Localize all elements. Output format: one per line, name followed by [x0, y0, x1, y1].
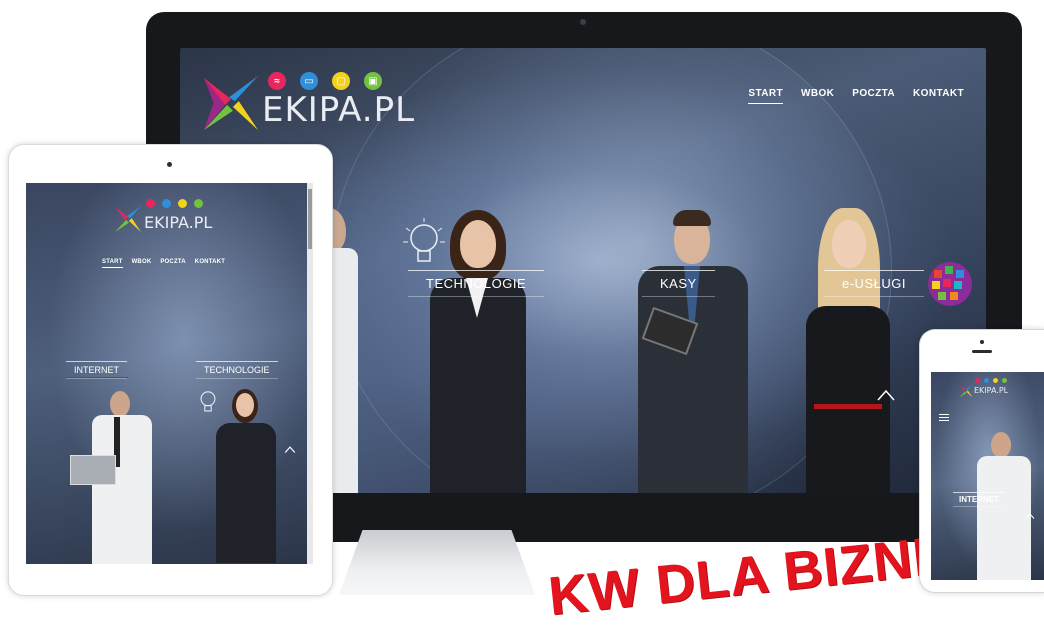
device-icon: [194, 199, 203, 208]
laptop: [70, 455, 116, 485]
promo-headline: KW DLA BIZNE: [545, 524, 953, 627]
wifi-icon: [975, 378, 980, 383]
tablet-logo[interactable]: EKIPA.PL: [114, 199, 234, 239]
tv-icon: ▭: [300, 72, 318, 90]
logo-text: EKIPA.PL: [262, 90, 416, 130]
main-nav: START WBOK POCZTA KONTAKT: [748, 88, 964, 104]
phone-logo[interactable]: EKIPA.PL: [959, 378, 1039, 404]
category-kasy[interactable]: KASY: [642, 270, 715, 297]
tablet-nav: START WBOK POCZTA KONTAKT: [102, 259, 225, 268]
wifi-icon: [146, 199, 155, 208]
tv-icon: [162, 199, 171, 208]
scrollbar-thumb[interactable]: [308, 189, 312, 249]
logo-x-mark-icon: [959, 384, 973, 398]
phone-icon: [178, 199, 187, 208]
nav-item-kontakt[interactable]: KONTAKT: [195, 259, 225, 268]
hamburger-icon[interactable]: [939, 414, 949, 423]
phone-screen: EKIPA.PL INTERNET: [931, 372, 1044, 580]
category-technologie[interactable]: TECHNOLOGIE: [408, 270, 545, 297]
chevron-up-icon[interactable]: [876, 388, 896, 402]
nav-item-kontakt[interactable]: KONTAKT: [913, 88, 964, 104]
category-technologie[interactable]: TECHNOLOGIE: [196, 361, 278, 379]
category-internet[interactable]: INTERNET: [953, 492, 1005, 507]
monitor-camera: [580, 19, 586, 25]
nav-item-wbok[interactable]: WBOK: [801, 88, 834, 104]
tablet-device: EKIPA.PL START WBOK POCZTA KONTAKT INTER…: [8, 144, 333, 596]
phone-speaker: [972, 350, 992, 353]
logo-service-dots: [146, 199, 203, 208]
logo-service-dots: ≈ ▭ ▢ ▣: [268, 72, 382, 90]
logo-text: EKIPA.PL: [974, 386, 1009, 395]
device-icon: ▣: [364, 72, 382, 90]
nav-item-wbok[interactable]: WBOK: [132, 259, 152, 268]
logo-service-dots: [975, 378, 1007, 383]
logo-text: EKIPA.PL: [144, 213, 213, 232]
phone-icon: ▢: [332, 72, 350, 90]
phone-camera: [980, 340, 984, 344]
monitor-stand: [339, 530, 535, 595]
category-e-uslugi[interactable]: e-USŁUGI: [824, 270, 924, 297]
app-globe-icon: [928, 262, 972, 306]
nav-item-start[interactable]: START: [102, 259, 123, 268]
chevron-up-icon[interactable]: [1025, 512, 1035, 520]
lightbulb-icon: [200, 391, 216, 412]
wifi-icon: ≈: [268, 72, 286, 90]
category-underline: [66, 377, 128, 378]
tablet-scrollbar[interactable]: [307, 183, 313, 564]
nav-item-poczta[interactable]: POCZTA: [852, 88, 895, 104]
site-logo[interactable]: ≈ ▭ ▢ ▣ EKIPA.PL: [202, 72, 416, 132]
logo-x-mark-icon: [203, 75, 259, 131]
tablet-camera: [167, 162, 172, 167]
tablet-screen: EKIPA.PL START WBOK POCZTA KONTAKT INTER…: [26, 183, 313, 564]
phone-icon: [993, 378, 998, 383]
nav-item-start[interactable]: START: [748, 88, 783, 104]
chevron-up-icon[interactable]: [284, 445, 296, 454]
device-icon: [1002, 378, 1007, 383]
lightbulb-icon: [403, 218, 445, 262]
logo-x-mark-icon: [114, 205, 142, 233]
tv-icon: [984, 378, 989, 383]
nav-item-poczta[interactable]: POCZTA: [160, 259, 185, 268]
phone-device: EKIPA.PL INTERNET: [919, 329, 1044, 593]
